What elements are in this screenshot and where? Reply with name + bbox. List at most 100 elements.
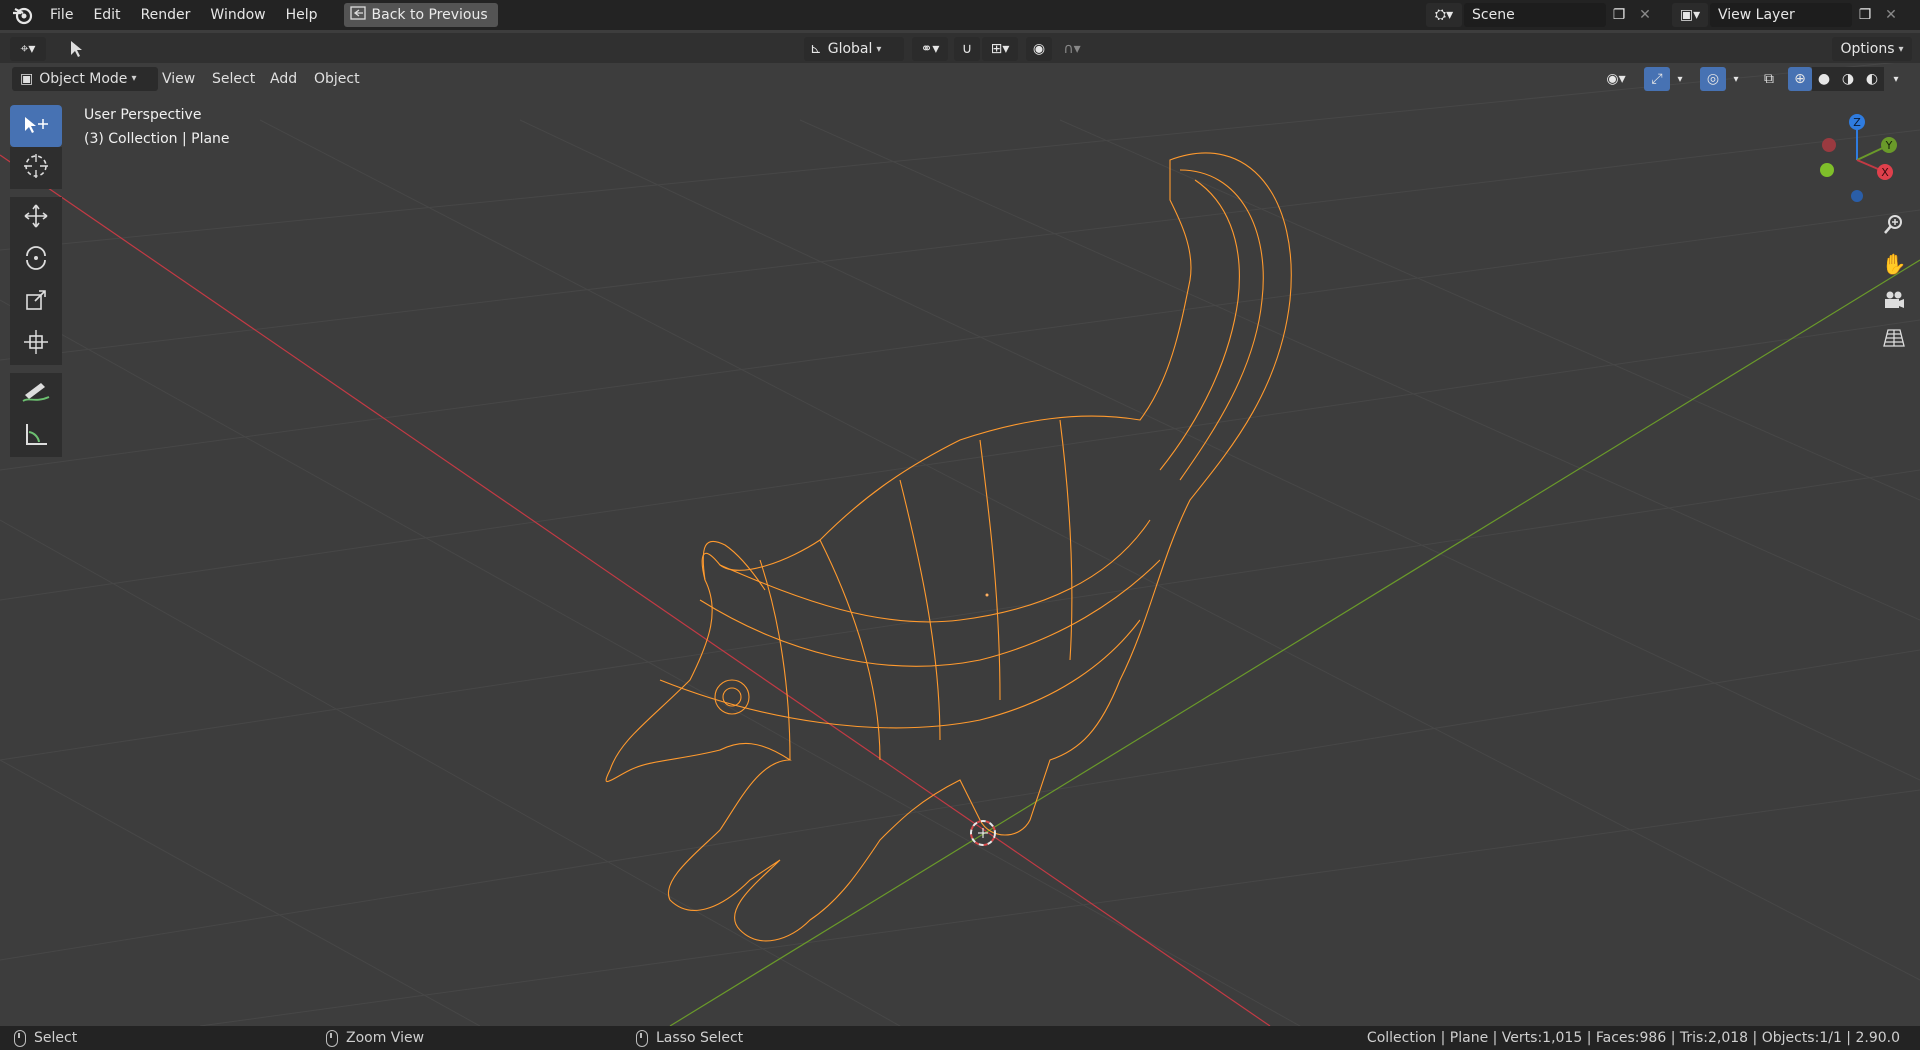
orientation-icon: ⊾ [810, 41, 822, 57]
editor-type-icon: ⌖▾ [20, 41, 36, 57]
menu-file[interactable]: File [40, 0, 83, 30]
gizmo-neg-y-axis[interactable] [1820, 163, 1834, 177]
pan-view-button[interactable]: ✋ [1878, 248, 1910, 280]
camera-icon [1882, 289, 1906, 315]
scene-delete-button[interactable]: ✕ [1632, 3, 1658, 27]
camera-view-button[interactable] [1878, 286, 1910, 318]
menu-help[interactable]: Help [276, 0, 328, 30]
y-axis-line [669, 259, 1920, 1026]
scene-selector: ⛭▾ Scene ❐ ✕ [1426, 3, 1658, 27]
solid-shading-button[interactable]: ● [1812, 67, 1836, 91]
tool-cursor[interactable] [10, 147, 62, 189]
rendered-shading-button[interactable]: ◐ [1860, 67, 1884, 91]
grid-perspective-icon [1883, 328, 1905, 352]
chevron-down-icon: ▾ [1733, 73, 1739, 85]
mouse-right-icon [636, 1029, 648, 1047]
solid-sphere-icon: ● [1817, 71, 1831, 87]
gizmo-toggle[interactable]: ⤢ [1644, 67, 1670, 91]
tool-scale[interactable] [10, 281, 62, 323]
shading-dropdown[interactable]: ▾ [1888, 67, 1904, 91]
material-shading-button[interactable]: ◑ [1836, 67, 1860, 91]
duplicate-icon: ❐ [1858, 7, 1872, 23]
menu-render[interactable]: Render [131, 0, 201, 30]
view-layer-browse-button[interactable]: ▣▾ [1672, 3, 1708, 27]
snap-target-dropdown[interactable]: ⊞▾ [982, 37, 1018, 61]
wireframe-mesh[interactable] [605, 152, 1292, 942]
transform-orientation-dropdown[interactable]: ⊾ Global ▾ [804, 37, 904, 61]
mouse-left-icon [14, 1029, 26, 1047]
viewport-menu-view[interactable]: View [154, 67, 203, 91]
snap-increment-icon: ⊞▾ [990, 41, 1010, 57]
chevron-down-icon: ▾ [876, 43, 882, 55]
back-icon [349, 6, 366, 24]
proportional-edit-icon: ◉ [1032, 41, 1046, 57]
viewport-menu-add[interactable]: Add [262, 67, 305, 91]
3d-viewport[interactable]: User Perspective (3) Collection | Plane [0, 0, 1920, 1026]
visibility-dropdown[interactable]: ◉▾ [1598, 67, 1634, 91]
view-layer-name-field[interactable]: View Layer [1710, 3, 1852, 27]
gizmo-y-label: Y [1885, 139, 1893, 152]
gizmo-dropdown[interactable]: ▾ [1672, 67, 1688, 91]
scene-statistics: Collection | Plane | Verts:1,015 | Faces… [1367, 1026, 1900, 1050]
menu-window[interactable]: Window [200, 0, 275, 30]
back-to-previous-label: Back to Previous [371, 7, 488, 23]
tool-transform[interactable] [10, 323, 62, 365]
tool-rotate[interactable] [10, 239, 62, 281]
wireframe-sphere-icon: ⊕ [1794, 71, 1806, 87]
gizmo-x-label: X [1881, 166, 1889, 179]
scene-new-button[interactable]: ❐ [1606, 3, 1632, 27]
select-box-icon [23, 113, 49, 139]
toggle-perspective-button[interactable] [1878, 324, 1910, 356]
blender-logo-icon[interactable] [10, 3, 34, 27]
gizmo-neg-z-axis[interactable] [1851, 190, 1863, 202]
scene-icon: ⛭▾ [1434, 7, 1454, 23]
view-layer-icon: ▣▾ [1679, 7, 1701, 23]
pivot-icon: ⚭▾ [920, 41, 940, 57]
magnet-icon: ∪ [961, 41, 973, 57]
status-right-mouse: Lasso Select [636, 1026, 743, 1050]
navigation-gizmo[interactable]: Z Y X [1812, 108, 1902, 208]
scene-browse-button[interactable]: ⛭▾ [1426, 3, 1462, 27]
mode-dropdown[interactable]: ▣ Object Mode ▾ [12, 67, 158, 91]
viewport-canvas[interactable] [0, 0, 1920, 1026]
pivot-point-dropdown[interactable]: ⚭▾ [912, 37, 948, 61]
chevron-down-icon: ▾ [1677, 73, 1683, 85]
gizmo-icon: ⤢ [1651, 71, 1663, 87]
xray-toggle[interactable]: ⧉ [1756, 67, 1782, 91]
options-dropdown[interactable]: Options ▾ [1832, 37, 1912, 61]
scale-icon [22, 286, 50, 318]
scene-name-field[interactable]: Scene [1464, 3, 1606, 27]
tool-measure[interactable] [10, 415, 62, 457]
back-to-previous-button[interactable]: Back to Previous [343, 3, 498, 27]
viewport-menu-select[interactable]: Select [204, 67, 263, 91]
close-icon: ✕ [1885, 7, 1897, 23]
snap-toggle[interactable]: ∪ [954, 37, 980, 61]
transform-icon [22, 328, 50, 360]
overlays-toggle[interactable]: ◎ [1700, 67, 1726, 91]
wireframe-shading-button[interactable]: ⊕ [1788, 67, 1812, 91]
editor-type-button[interactable]: ⌖▾ [10, 37, 46, 61]
view-layer-delete-button[interactable]: ✕ [1878, 3, 1904, 27]
overlays-icon: ◎ [1706, 71, 1720, 87]
viewport-menu-object[interactable]: Object [306, 67, 368, 91]
rotate-icon [22, 244, 50, 276]
tool-annotate[interactable] [10, 373, 62, 415]
overlays-dropdown[interactable]: ▾ [1728, 67, 1744, 91]
duplicate-icon: ❐ [1612, 7, 1626, 23]
select-box-tool-icon[interactable] [64, 37, 92, 61]
proportional-falloff-dropdown[interactable]: ∩▾ [1054, 37, 1090, 61]
tool-select-box[interactable] [10, 105, 62, 147]
proportional-edit-toggle[interactable]: ◉ [1026, 37, 1052, 61]
rendered-sphere-icon: ◐ [1865, 71, 1879, 87]
material-sphere-icon: ◑ [1841, 71, 1855, 87]
hand-icon: ✋ [1881, 252, 1907, 276]
eye-icon: ◉▾ [1606, 71, 1626, 87]
gizmo-neg-x-axis[interactable] [1822, 138, 1836, 152]
view-layer-new-button[interactable]: ❐ [1852, 3, 1878, 27]
chevron-down-icon: ▾ [1893, 73, 1899, 85]
viewport-header: ▣ Object Mode ▾ View Select Add Object ◉… [0, 64, 1920, 94]
tool-move[interactable] [10, 197, 62, 239]
zoom-view-button[interactable] [1878, 210, 1910, 242]
status-left-mouse: Select [14, 1026, 77, 1050]
menu-edit[interactable]: Edit [83, 0, 130, 30]
